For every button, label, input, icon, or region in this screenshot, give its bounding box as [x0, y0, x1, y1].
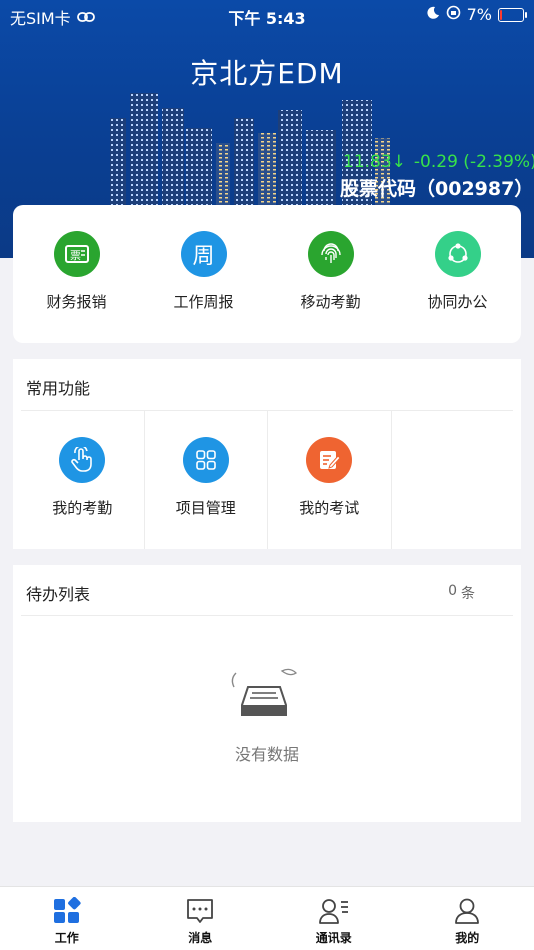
svg-text:票: 票	[70, 249, 81, 262]
share-icon	[434, 231, 481, 277]
hand-tap-icon	[59, 437, 106, 483]
quick-action-weekly-report[interactable]: 周 工作周报	[140, 231, 267, 312]
edit-note-icon	[306, 437, 353, 483]
quick-action-finance[interactable]: 票 财务报销	[13, 231, 140, 312]
bottom-tab-bar: 工作 消息 通讯录 我的	[0, 886, 534, 950]
tab-label: 通讯录	[315, 931, 352, 945]
function-project-management[interactable]: 项目管理	[145, 411, 268, 549]
common-functions-card: 常用功能 我的考勤 项目管理 我的考试	[13, 359, 521, 549]
function-label: 我的考勤	[52, 499, 113, 517]
stock-price: 11.83↓ -0.29 (-2.39%)	[343, 152, 534, 172]
quick-action-attendance[interactable]: 移动考勤	[267, 231, 394, 312]
quick-action-collaboration[interactable]: 协同办公	[394, 231, 521, 312]
section-title: 待办列表	[26, 585, 91, 604]
invoice-icon: 票	[53, 231, 100, 277]
function-my-exam[interactable]: 我的考试	[268, 411, 392, 549]
fingerprint-icon	[307, 231, 354, 277]
quick-action-label: 协同办公	[427, 293, 488, 311]
empty-state-text: 没有数据	[234, 745, 299, 764]
tab-label: 消息	[188, 931, 213, 945]
app-title: 京北方EDM	[190, 57, 344, 90]
tab-me[interactable]: 我的	[401, 887, 534, 950]
message-icon	[187, 899, 214, 923]
person-icon	[455, 898, 480, 924]
todo-list-card: 待办列表 0 条 没有数据	[13, 565, 521, 822]
todo-count-value: 0	[448, 583, 457, 599]
quick-action-label: 工作周报	[173, 293, 234, 311]
todo-count-unit: 条	[461, 586, 475, 602]
tab-label: 工作	[54, 931, 79, 945]
tab-contacts[interactable]: 通讯录	[267, 887, 401, 950]
quick-actions-card: 票 财务报销 周 工作周报 移动考勤 协同办公	[13, 205, 521, 343]
grid-icon	[182, 437, 229, 483]
empty-inbox-icon	[231, 668, 298, 716]
battery-icon	[498, 7, 527, 22]
tab-work[interactable]: 工作	[0, 887, 134, 950]
moon-icon	[426, 5, 440, 24]
battery-percent: 7%	[466, 5, 492, 24]
todo-count: 0 条	[448, 583, 475, 603]
tab-messages[interactable]: 消息	[134, 887, 268, 950]
function-my-attendance[interactable]: 我的考勤	[21, 411, 145, 549]
tab-label: 我的	[455, 931, 480, 945]
function-label: 项目管理	[175, 499, 236, 517]
divider	[21, 615, 513, 616]
empty-cell	[392, 411, 515, 549]
stock-change: -0.29 (-2.39%)	[413, 152, 534, 172]
quick-action-label: 财务报销	[46, 293, 107, 311]
section-title: 常用功能	[26, 379, 91, 398]
contacts-icon	[318, 899, 348, 924]
status-bar: 无SIM卡 下午 5:43 7%	[0, 0, 534, 30]
grid-diamond-icon	[53, 897, 81, 923]
quick-action-label: 移动考勤	[300, 293, 361, 311]
week-icon: 周	[180, 231, 227, 277]
stock-code: 股票代码（002987）	[340, 178, 534, 200]
rotation-lock-icon	[446, 5, 461, 24]
function-label: 我的考试	[299, 499, 360, 517]
stock-current-price: 11.83↓	[343, 152, 406, 172]
